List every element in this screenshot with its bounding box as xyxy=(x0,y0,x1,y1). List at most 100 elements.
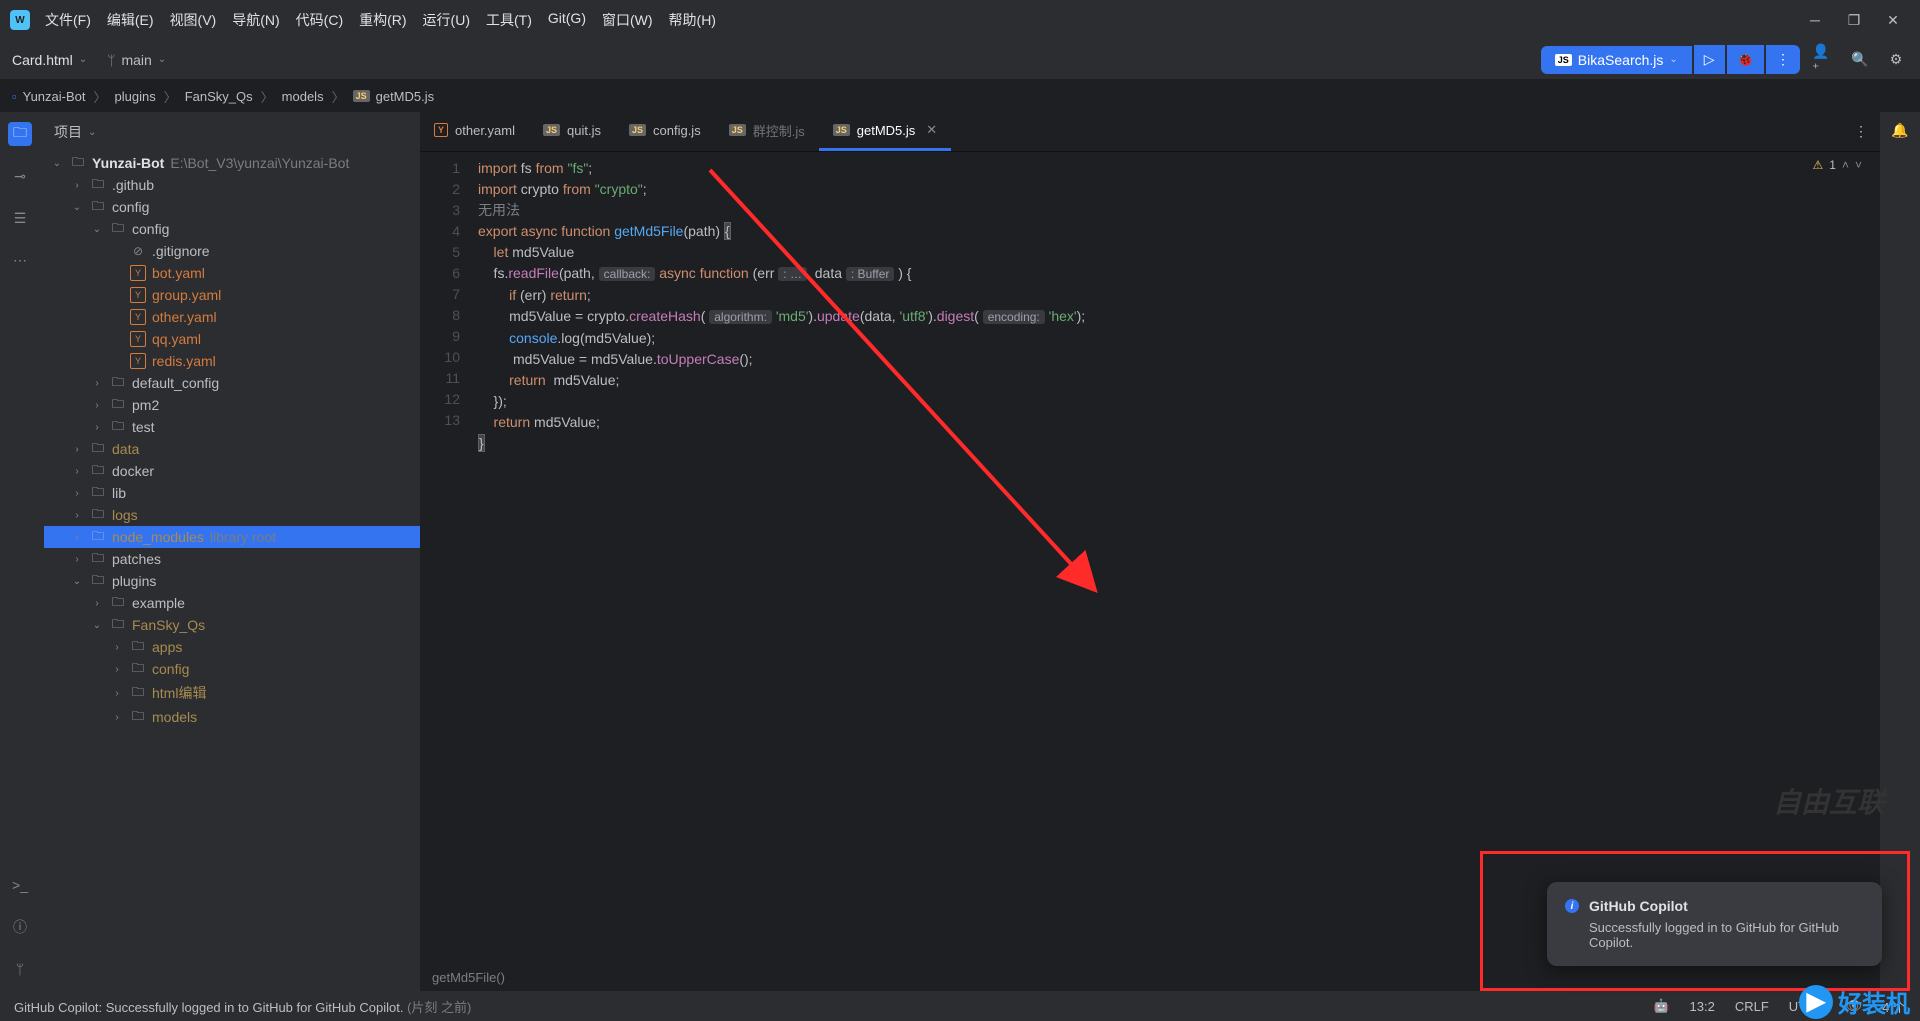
vcs-icon[interactable]: ᛘ xyxy=(8,957,32,981)
debug-button[interactable]: 🐞 xyxy=(1727,45,1764,74)
line-separator[interactable]: CRLF xyxy=(1735,999,1769,1014)
tree-node[interactable]: ›🗀pm2 xyxy=(44,394,420,416)
tree-root[interactable]: ⌄ 🗀 Yunzai-Bot E:\Bot_V3\yunzai\Yunzai-B… xyxy=(44,152,420,174)
tree-arrow-icon: › xyxy=(70,554,84,565)
notification-popup[interactable]: i GitHub Copilot Successfully logged in … xyxy=(1547,882,1882,966)
run-config-selector[interactable]: JS BikaSearch.js ⌄ xyxy=(1541,46,1692,74)
editor-tab[interactable]: JSquit.js xyxy=(529,112,615,151)
menu-item[interactable]: 窗口(W) xyxy=(602,10,653,30)
menu-item[interactable]: 帮助(H) xyxy=(669,10,716,30)
settings-icon[interactable]: ⚙ xyxy=(1884,48,1908,72)
terminal-icon[interactable]: >_ xyxy=(8,873,32,897)
code-with-me-icon[interactable]: 👤⁺ xyxy=(1812,48,1836,72)
chevron-up-icon[interactable]: ˄ xyxy=(1842,158,1849,172)
project-panel-header[interactable]: 项目 ⌄ xyxy=(40,112,420,152)
search-icon[interactable]: 🔍 xyxy=(1848,48,1872,72)
tree-node[interactable]: Ygroup.yaml xyxy=(44,284,420,306)
maximize-icon[interactable]: ❐ xyxy=(1847,13,1861,27)
commit-tool-icon[interactable]: ⊸ xyxy=(8,164,32,188)
git-branch-selector[interactable]: ᛘ main ⌄ xyxy=(107,52,166,68)
tree-node[interactable]: ›🗀default_config xyxy=(44,372,420,394)
breadcrumb-item[interactable]: models xyxy=(282,89,324,104)
tree-node-label: logs xyxy=(112,507,138,523)
tree-node[interactable]: ⌄🗀config xyxy=(44,218,420,240)
editor-tab[interactable]: JS群控制.js xyxy=(715,112,819,151)
code-editor[interactable]: import fs from "fs";import crypto from "… xyxy=(470,152,1880,963)
yaml-icon: Y xyxy=(130,265,146,281)
tree-node[interactable]: ›🗀patches xyxy=(44,548,420,570)
tree-node[interactable]: ⌄🗀plugins xyxy=(44,570,420,592)
inspection-widget[interactable]: ⚠ 1 ˄ ˅ xyxy=(1813,158,1862,172)
tree-node[interactable]: Yqq.yaml xyxy=(44,328,420,350)
editor-tab[interactable]: JSgetMD5.js✕ xyxy=(819,112,951,151)
chevron-down-icon: ⌄ xyxy=(50,158,64,169)
menu-item[interactable]: 导航(N) xyxy=(232,10,279,30)
tree-node-label: plugins xyxy=(112,573,156,589)
caret-position[interactable]: 13:2 xyxy=(1690,999,1715,1014)
tree-node[interactable]: ⊘.gitignore xyxy=(44,240,420,262)
structure-tool-icon[interactable]: ☰ xyxy=(8,206,32,230)
tree-arrow-icon: › xyxy=(70,444,84,455)
tree-node[interactable]: ›🗀lib xyxy=(44,482,420,504)
run-button[interactable]: ▷ xyxy=(1694,45,1725,74)
problems-icon[interactable]: ⓘ xyxy=(8,915,32,939)
tree-node[interactable]: ›🗀models xyxy=(44,706,420,728)
yaml-icon: Y xyxy=(434,123,448,137)
close-icon[interactable]: ✕ xyxy=(1886,13,1900,27)
js-icon: JS xyxy=(729,124,746,136)
tree-arrow-icon: › xyxy=(70,510,84,521)
menu-item[interactable]: 代码(C) xyxy=(296,10,343,30)
menu-item[interactable]: Git(G) xyxy=(548,10,586,30)
menu-item[interactable]: 运行(U) xyxy=(423,10,470,30)
tree-node[interactable]: ⌄🗀config xyxy=(44,196,420,218)
breadcrumb-item[interactable]: FanSky_Qs xyxy=(185,89,253,104)
menu-item[interactable]: 文件(F) xyxy=(45,10,91,30)
menu-item[interactable]: 重构(R) xyxy=(359,10,406,30)
function-name: getMd5File() xyxy=(432,970,505,985)
tree-node[interactable]: ›🗀.github xyxy=(44,174,420,196)
tree-node[interactable]: Yother.yaml xyxy=(44,306,420,328)
tree-node[interactable]: ›🗀logs xyxy=(44,504,420,526)
minimize-icon[interactable]: ─ xyxy=(1808,13,1822,27)
tree-node-label: docker xyxy=(112,463,154,479)
editor-tab[interactable]: JSconfig.js xyxy=(615,112,715,151)
tree-node[interactable]: ›🗀example xyxy=(44,592,420,614)
tree-node[interactable]: ›🗀node_modules library root xyxy=(44,526,420,548)
tree-node[interactable]: ›🗀html编辑 xyxy=(44,680,420,706)
function-breadcrumb[interactable]: getMd5File() xyxy=(420,963,1880,991)
more-tool-icon[interactable]: ⋯ xyxy=(8,248,32,272)
current-file-selector[interactable]: Card.html ⌄ xyxy=(12,52,87,68)
breadcrumb-item[interactable]: JSgetMD5.js xyxy=(353,89,435,104)
tree-node[interactable]: ›🗀docker xyxy=(44,460,420,482)
notifications-icon[interactable]: 🔔 xyxy=(1891,122,1908,139)
editor-tab[interactable]: Yother.yaml xyxy=(420,112,529,151)
breadcrumb-item[interactable]: ▫Yunzai-Bot xyxy=(12,89,85,104)
tree-node[interactable]: Ybot.yaml xyxy=(44,262,420,284)
copilot-status-icon[interactable]: 🤖 xyxy=(1653,998,1669,1014)
tabs-menu-icon[interactable]: ⋮ xyxy=(1842,123,1880,140)
js-icon: JS xyxy=(1555,54,1572,66)
tree-node-label: test xyxy=(132,419,155,435)
menu-item[interactable]: 工具(T) xyxy=(486,10,532,30)
tree-arrow-icon: › xyxy=(90,422,104,433)
tree-node[interactable]: ›🗀test xyxy=(44,416,420,438)
watermark-text: 自由互联 xyxy=(1773,781,1885,821)
notification-body: Successfully logged in to GitHub for Git… xyxy=(1565,920,1864,950)
close-tab-icon[interactable]: ✕ xyxy=(926,122,937,138)
menu-item[interactable]: 视图(V) xyxy=(170,10,217,30)
chevron-down-icon[interactable]: ˅ xyxy=(1855,158,1862,172)
line-gutter: 12345678910111213 xyxy=(420,152,470,963)
breadcrumb-item[interactable]: plugins xyxy=(115,89,156,104)
tree-node[interactable]: ›🗀config xyxy=(44,658,420,680)
project-tool-icon[interactable]: 🗀 xyxy=(8,122,32,146)
tree-arrow-icon: ⌄ xyxy=(90,224,104,235)
tree-arrow-icon: › xyxy=(90,598,104,609)
chevron-right-icon: 〉 xyxy=(93,87,106,106)
menu-item[interactable]: 编辑(E) xyxy=(107,10,154,30)
more-run-button[interactable]: ⋮ xyxy=(1766,45,1800,74)
tree-node[interactable]: Yredis.yaml xyxy=(44,350,420,372)
folder-icon: 🗀 xyxy=(110,595,126,611)
tree-node[interactable]: ⌄🗀FanSky_Qs xyxy=(44,614,420,636)
tree-node[interactable]: ›🗀apps xyxy=(44,636,420,658)
tree-node[interactable]: ›🗀data xyxy=(44,438,420,460)
